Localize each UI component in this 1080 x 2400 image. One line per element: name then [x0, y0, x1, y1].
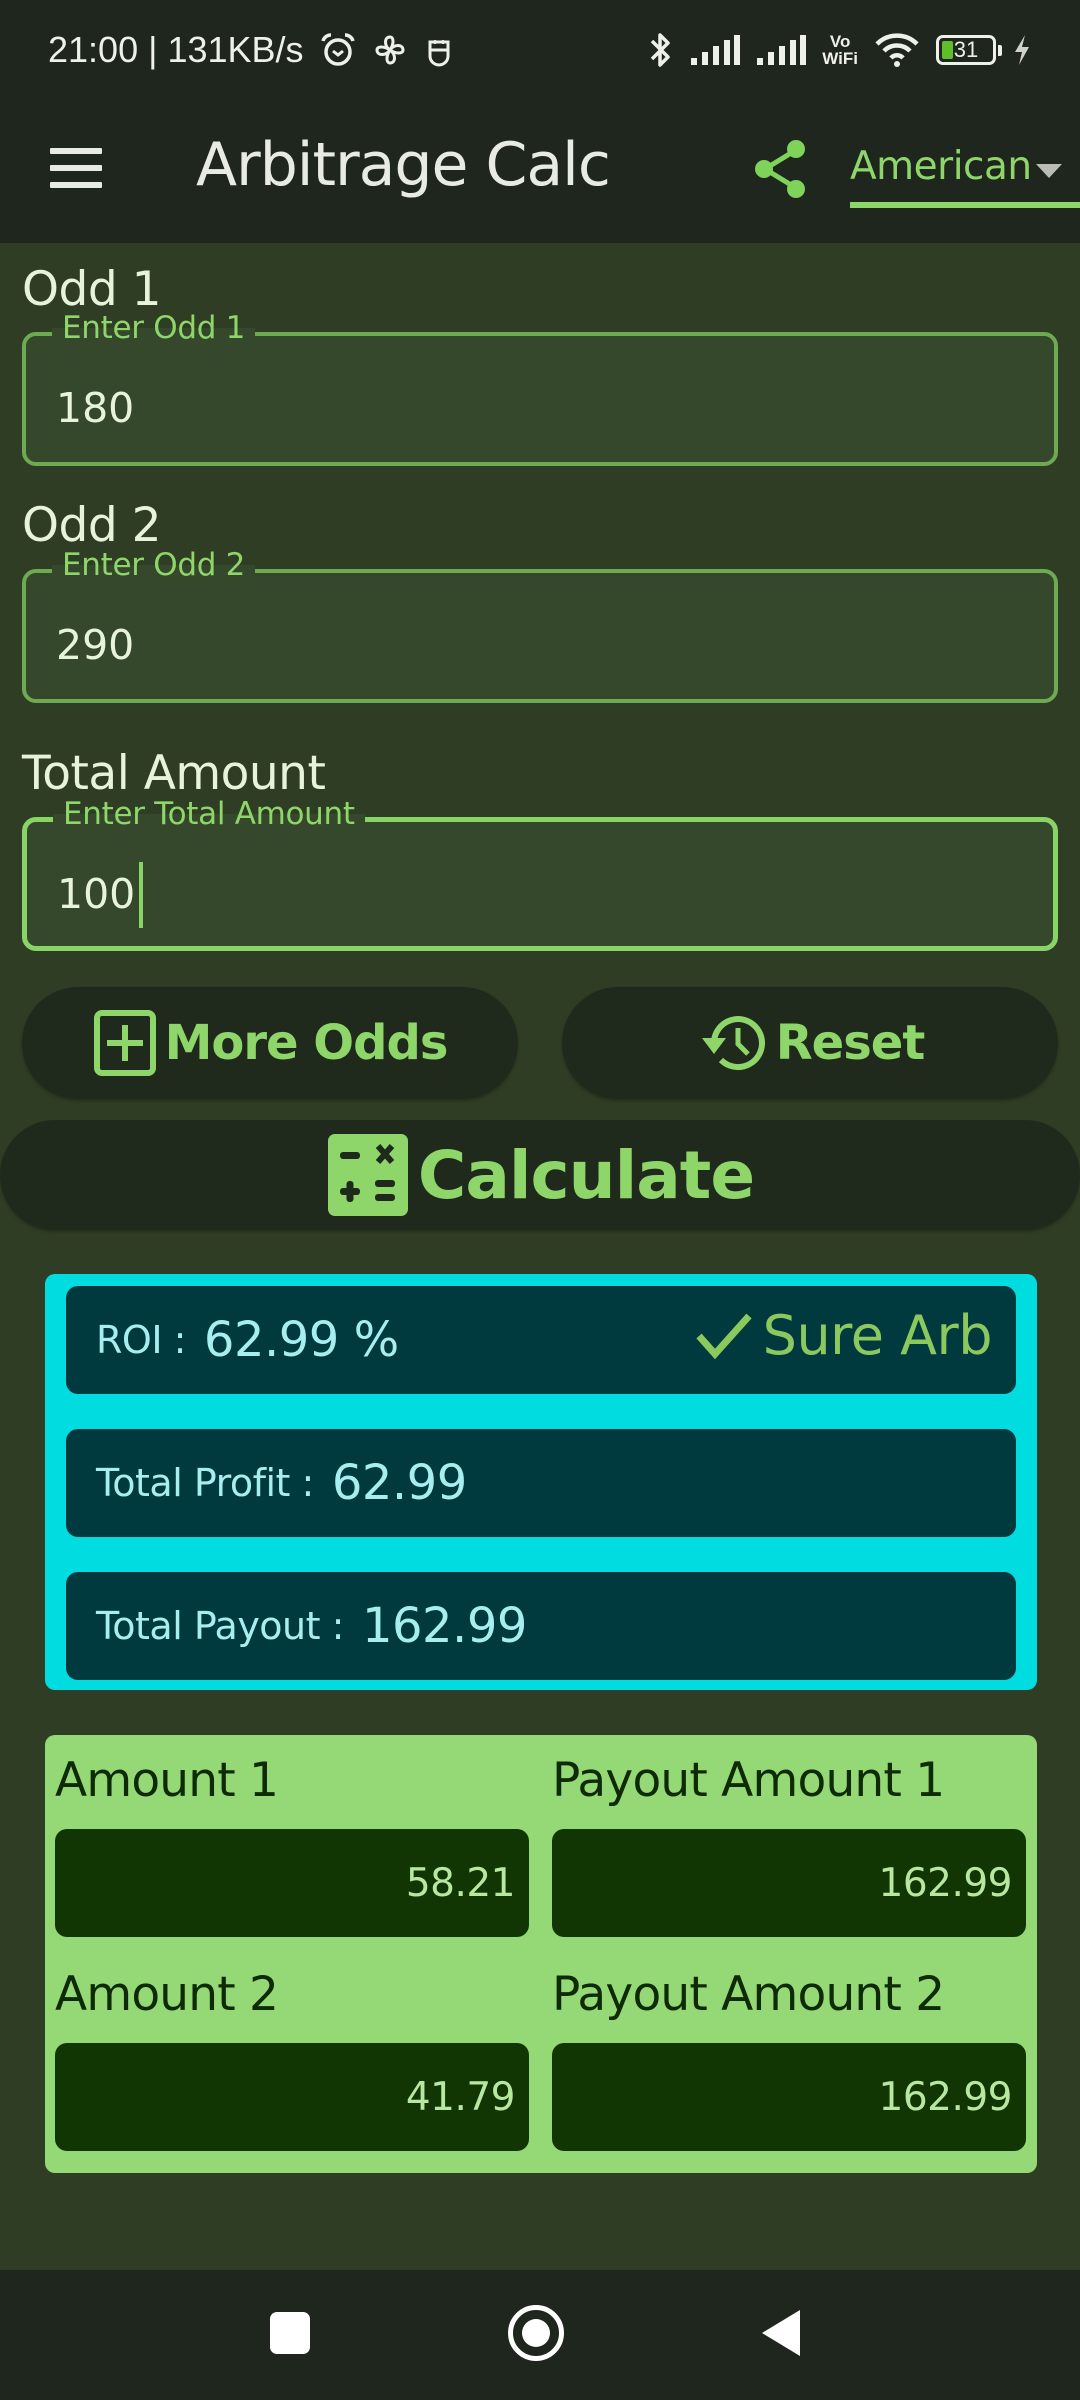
signal-sim2-icon	[756, 34, 807, 66]
system-nav-bar	[0, 2270, 1080, 2400]
results-panel: ROI : 62.99 % Sure Arb Total Profit : 62…	[45, 1274, 1037, 1690]
reset-button[interactable]: Reset	[562, 987, 1058, 1099]
profit-label: Total Profit :	[96, 1461, 314, 1505]
amounts-panel: Amount 1 Payout Amount 1 58.21 162.99 Am…	[45, 1735, 1037, 2173]
more-odds-label: More Odds	[164, 1015, 449, 1071]
odd1-label: Odd 1	[22, 262, 162, 317]
more-odds-button[interactable]: More Odds	[22, 987, 518, 1099]
reset-label: Reset	[775, 1015, 926, 1071]
arb-status: Sure Arb	[695, 1304, 993, 1367]
home-button[interactable]	[508, 2305, 564, 2361]
add-box-icon	[93, 1010, 156, 1076]
payout2-value: 162.99	[552, 2043, 1026, 2151]
odd2-label: Odd 2	[22, 498, 162, 553]
time-speed-text: 21:00 | 131KB/s	[48, 29, 304, 70]
payout1-label: Payout Amount 1	[552, 1753, 945, 1808]
menu-icon[interactable]	[50, 148, 102, 188]
amount2-label: Amount 2	[55, 1967, 279, 2022]
payout1-value: 162.99	[552, 1829, 1026, 1937]
calculator-icon	[327, 1134, 408, 1216]
fan-icon	[372, 32, 408, 68]
odd2-input[interactable]	[56, 617, 1006, 673]
battery-icon: 31	[936, 35, 1002, 65]
history-icon	[701, 1016, 765, 1071]
amount2-value: 41.79	[55, 2043, 529, 2151]
total-amount-hint: Enter Total Amount	[53, 796, 365, 832]
alarm-icon	[320, 32, 356, 68]
roi-value: 62.99 %	[203, 1312, 399, 1368]
odd1-field[interactable]: Enter Odd 1	[22, 310, 1058, 466]
total-amount-label: Total Amount	[22, 746, 326, 801]
arb-status-text: Sure Arb	[762, 1304, 993, 1367]
amount1-label: Amount 1	[55, 1753, 279, 1808]
total-amount-input[interactable]	[57, 866, 1007, 922]
payout-label: Total Payout :	[96, 1604, 344, 1648]
app-title: Arbitrage Calc	[196, 130, 611, 200]
dropdown-underline	[850, 202, 1080, 208]
wifi-icon	[874, 32, 920, 68]
text-cursor	[139, 862, 143, 928]
odd1-hint: Enter Odd 1	[52, 310, 256, 346]
roi-label: ROI :	[96, 1318, 186, 1362]
back-button[interactable]	[762, 2310, 800, 2356]
app-bar: Arbitrage Calc American	[0, 100, 1080, 243]
payout-value: 162.99	[361, 1598, 527, 1654]
vowifi-icon: Vo WiFi	[822, 32, 858, 68]
recents-button[interactable]	[270, 2312, 310, 2354]
profit-value: 62.99	[331, 1455, 467, 1511]
signal-sim1-icon	[690, 34, 741, 66]
odds-format-dropdown[interactable]: American	[850, 134, 1080, 210]
check-icon	[696, 1313, 752, 1359]
charging-icon	[1012, 34, 1032, 66]
calculate-button[interactable]: Calculate	[0, 1120, 1080, 1230]
roi-row: ROI : 62.99 % Sure Arb	[66, 1286, 1016, 1394]
payout-row: Total Payout : 162.99	[66, 1572, 1016, 1680]
calculate-label: Calculate	[417, 1136, 755, 1214]
amount1-value: 58.21	[55, 1829, 529, 1937]
profit-row: Total Profit : 62.99	[66, 1429, 1016, 1537]
dropdown-arrow-icon	[1036, 164, 1062, 178]
total-amount-field[interactable]: Enter Total Amount	[22, 796, 1058, 951]
odd1-input[interactable]	[56, 380, 1006, 436]
android-face-icon	[424, 32, 454, 68]
payout2-label: Payout Amount 2	[552, 1967, 945, 2022]
odd2-hint: Enter Odd 2	[52, 547, 256, 583]
status-bar: 21:00 | 131KB/s Vo WiFi 31	[0, 0, 1080, 100]
share-icon[interactable]	[752, 138, 808, 200]
odd2-field[interactable]: Enter Odd 2	[22, 547, 1058, 703]
bluetooth-icon	[648, 31, 674, 69]
odds-format-value: American	[850, 144, 1032, 189]
